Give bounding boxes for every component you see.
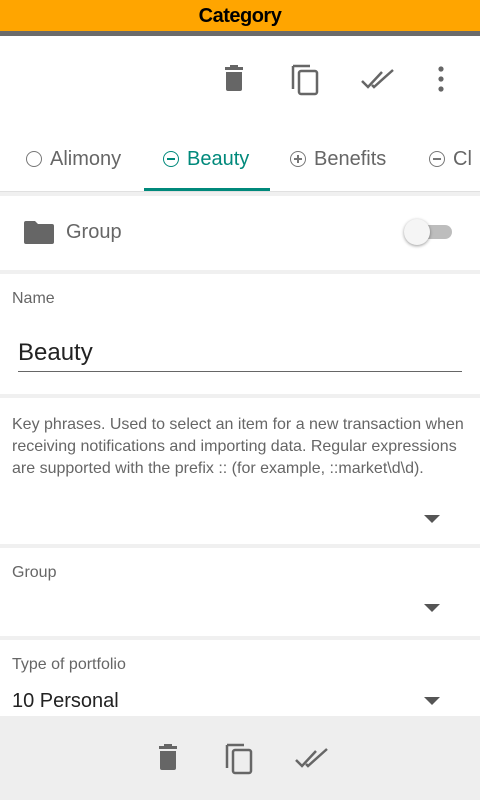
bottom-toolbar [0, 716, 480, 800]
tab-label: Beauty [187, 147, 250, 170]
copy-icon[interactable] [224, 740, 254, 776]
tab-label: Alimony [50, 147, 122, 170]
window-title: Category [198, 5, 282, 27]
key-phrases-card: Key phrases. Used to select an item for … [0, 398, 480, 544]
copy-icon[interactable] [290, 62, 320, 96]
delete-icon[interactable] [219, 62, 249, 96]
minus-circle-icon [163, 151, 179, 167]
folder-icon [24, 221, 54, 244]
group-label: Group [66, 221, 122, 243]
group-select-label: Group [12, 564, 57, 581]
more-vert-icon[interactable] [426, 62, 456, 96]
name-label: Name [12, 290, 55, 307]
tab-alimony[interactable]: Alimony [26, 126, 122, 191]
toggle-thumb [404, 219, 430, 245]
group-toggle[interactable] [404, 219, 452, 245]
portfolio-card: Type of portfolio 10 Personal [0, 640, 480, 716]
done-all-icon[interactable] [294, 740, 330, 776]
minus-circle-icon [429, 151, 445, 167]
title-bar: Category [0, 0, 480, 36]
group-card: Group [0, 196, 480, 270]
group-select-card: Group [0, 548, 480, 636]
group-dropdown-icon[interactable] [424, 604, 440, 612]
key-phrases-dropdown-icon[interactable] [424, 515, 440, 523]
key-phrases-hint: Key phrases. Used to select an item for … [12, 416, 464, 477]
delete-icon[interactable] [153, 740, 183, 776]
tab-label: Benefits [314, 147, 387, 170]
portfolio-dropdown-icon[interactable] [424, 697, 440, 705]
category-tabs: Alimony Beauty Benefits Cl [0, 126, 480, 192]
portfolio-label: Type of portfolio [12, 656, 126, 673]
radio-empty-icon [26, 151, 42, 167]
tab-benefits[interactable]: Benefits [290, 126, 387, 191]
name-card: Name [0, 274, 480, 394]
done-all-icon[interactable] [360, 62, 396, 96]
portfolio-select[interactable]: 10 Personal [12, 690, 119, 713]
tab-cl[interactable]: Cl [429, 126, 472, 191]
top-toolbar [0, 36, 480, 126]
name-input[interactable] [18, 334, 462, 372]
tab-label: Cl [453, 147, 472, 170]
active-tab-indicator [144, 188, 270, 191]
plus-circle-icon [290, 151, 306, 167]
tab-beauty[interactable]: Beauty [163, 126, 250, 191]
